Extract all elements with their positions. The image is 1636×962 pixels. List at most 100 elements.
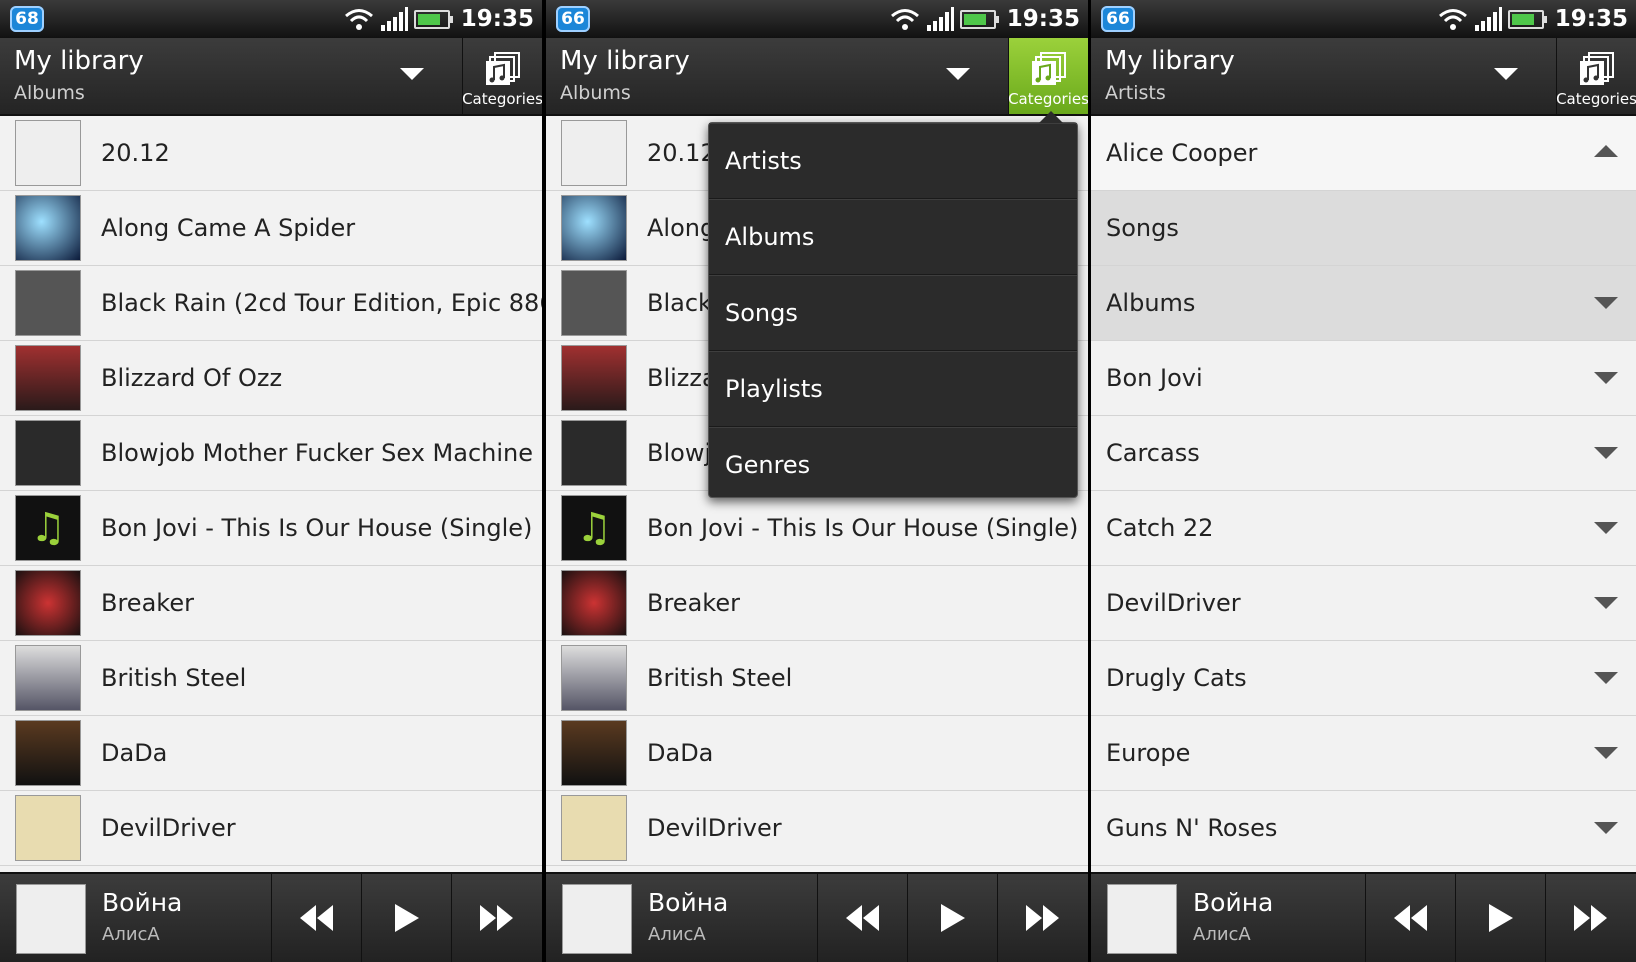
expand-icon[interactable] <box>1594 297 1618 309</box>
next-button[interactable] <box>997 874 1088 962</box>
menu-item-artists[interactable]: Artists <box>709 123 1077 199</box>
album-art <box>561 270 627 336</box>
list-item[interactable]: DaDa <box>0 716 542 791</box>
list-item[interactable]: DevilDriver <box>546 791 1088 866</box>
categories-menu: Artists Albums Songs Playlists Genres <box>708 111 1078 498</box>
expand-icon[interactable] <box>1594 447 1618 459</box>
list-item[interactable]: 20.12 <box>0 116 542 191</box>
list-item[interactable]: Drugly Cats <box>1091 641 1636 716</box>
categories-button[interactable]: Categories <box>1008 38 1088 114</box>
fast-forward-icon <box>1026 905 1059 931</box>
list-item[interactable]: Blizzard Of Ozz <box>0 341 542 416</box>
list-item[interactable]: ♫ Bon Jovi - This Is Our House (Single) ( <box>0 491 542 566</box>
sub-item-albums[interactable]: Albums <box>1091 266 1636 341</box>
track-artist: АлисА <box>102 924 160 945</box>
collapse-icon[interactable] <box>1594 145 1618 157</box>
album-list[interactable]: 20.12 Along Came A Spider Black Rain (2c… <box>0 116 542 874</box>
page-title: My library <box>1105 46 1235 76</box>
menu-item-playlists[interactable]: Playlists <box>709 351 1077 427</box>
music-note-icon: ♫ <box>15 495 81 561</box>
menu-item-genres[interactable]: Genres <box>709 427 1077 502</box>
previous-button[interactable] <box>271 874 362 962</box>
album-art <box>561 420 627 486</box>
mini-player[interactable]: Война АлисА <box>0 872 542 962</box>
categories-button[interactable]: Categories <box>1556 38 1636 114</box>
list-item-expanded[interactable]: Alice Cooper <box>1091 116 1636 191</box>
next-button[interactable] <box>451 874 542 962</box>
list-item[interactable]: ♫ Bon Jovi - This Is Our House (Single) ( <box>546 491 1088 566</box>
albums-screen: 68 19:35 My library Albums Categories 20… <box>0 0 542 962</box>
list-item[interactable]: DevilDriver <box>1091 566 1636 641</box>
album-art <box>561 120 627 186</box>
album-art <box>15 645 81 711</box>
notification-badge: 66 <box>1101 6 1135 32</box>
mini-player[interactable]: Война АлисА <box>1091 872 1636 962</box>
album-art <box>15 795 81 861</box>
list-item[interactable]: British Steel <box>0 641 542 716</box>
status-bar: 68 19:35 <box>0 0 542 38</box>
clock: 19:35 <box>1554 6 1628 32</box>
play-button[interactable] <box>361 874 452 962</box>
list-item[interactable]: Black Rain (2cd Tour Edition, Epic 886 <box>0 266 542 341</box>
mini-player[interactable]: Война АлисА <box>546 872 1088 962</box>
status-bar: 66 19:35 <box>546 0 1088 38</box>
expand-icon[interactable] <box>1594 672 1618 684</box>
chevron-down-icon[interactable] <box>946 68 970 80</box>
rewind-icon <box>1394 905 1427 931</box>
expand-icon[interactable] <box>1594 522 1618 534</box>
menu-item-albums[interactable]: Albums <box>709 199 1077 275</box>
list-item[interactable]: British Steel <box>546 641 1088 716</box>
list-item[interactable]: Guns N' Roses <box>1091 791 1636 866</box>
now-playing-art[interactable] <box>1107 884 1177 954</box>
now-playing-art[interactable] <box>16 884 86 954</box>
notification-badge: 68 <box>10 6 44 32</box>
list-item[interactable]: DevilDriver <box>0 791 542 866</box>
page-subtitle: Albums <box>560 82 631 104</box>
list-item[interactable]: Carcass <box>1091 416 1636 491</box>
artists-screen: 66 19:35 My library Artists Categories A… <box>1091 0 1636 962</box>
list-item[interactable]: DaDa <box>546 716 1088 791</box>
previous-button[interactable] <box>1365 874 1456 962</box>
categories-label: Categories <box>1556 90 1636 108</box>
title-bar[interactable]: My library Albums Categories <box>546 38 1088 116</box>
play-icon <box>1489 904 1513 932</box>
expand-icon[interactable] <box>1594 822 1618 834</box>
play-button[interactable] <box>1455 874 1546 962</box>
categories-icon <box>1579 52 1614 85</box>
next-button[interactable] <box>1545 874 1636 962</box>
list-item[interactable]: Europe <box>1091 716 1636 791</box>
list-item[interactable]: Bon Jovi <box>1091 341 1636 416</box>
list-item[interactable]: Catch 22 <box>1091 491 1636 566</box>
list-item[interactable]: Breaker <box>546 566 1088 641</box>
previous-button[interactable] <box>817 874 908 962</box>
chevron-down-icon[interactable] <box>1494 68 1518 80</box>
album-art <box>15 345 81 411</box>
status-icons <box>344 6 453 32</box>
music-note-icon: ♫ <box>561 495 627 561</box>
rewind-icon <box>300 905 333 931</box>
list-item[interactable]: Blowjob Mother Fucker Sex Machine <box>0 416 542 491</box>
expand-icon[interactable] <box>1594 372 1618 384</box>
notification-badge: 66 <box>556 6 590 32</box>
expand-icon[interactable] <box>1594 747 1618 759</box>
categories-button[interactable]: Categories <box>462 38 542 114</box>
list-item[interactable]: Along Came A Spider <box>0 191 542 266</box>
list-item[interactable]: Breaker <box>0 566 542 641</box>
clock: 19:35 <box>460 6 534 32</box>
chevron-down-icon[interactable] <box>400 68 424 80</box>
play-button[interactable] <box>907 874 998 962</box>
title-bar[interactable]: My library Artists Categories <box>1091 38 1636 116</box>
title-bar[interactable]: My library Albums Categories <box>0 38 542 116</box>
expand-icon[interactable] <box>1594 597 1618 609</box>
signal-icon <box>381 7 408 31</box>
now-playing-art[interactable] <box>562 884 632 954</box>
status-bar: 66 19:35 <box>1091 0 1636 38</box>
menu-item-songs[interactable]: Songs <box>709 275 1077 351</box>
artist-list[interactable]: Alice Cooper Songs Albums Bon Jovi Carca… <box>1091 116 1636 874</box>
track-title: Война <box>648 888 729 917</box>
sub-item-songs[interactable]: Songs <box>1091 191 1636 266</box>
wifi-icon <box>891 9 919 30</box>
battery-icon <box>1508 9 1547 29</box>
rewind-icon <box>846 905 879 931</box>
page-subtitle: Albums <box>14 82 85 104</box>
